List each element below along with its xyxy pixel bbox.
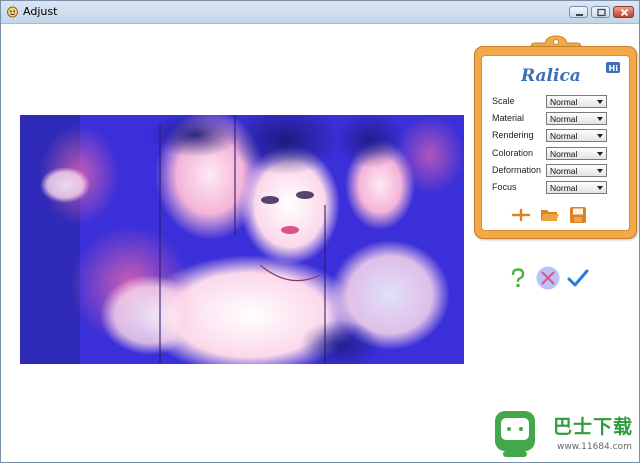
setting-dropdown[interactable]: Normal (546, 129, 607, 142)
setting-label: Scale (492, 96, 515, 106)
chevron-down-icon (597, 100, 603, 104)
setting-label: Material (492, 113, 525, 123)
setting-label: Focus (492, 182, 517, 192)
watermark-url: www.11684.com (557, 442, 632, 452)
setting-dropdown[interactable]: Normal (546, 181, 607, 194)
setting-label: Rendering (492, 130, 534, 140)
chevron-down-icon (597, 117, 603, 121)
watermark-text: 巴士下载 (553, 416, 634, 438)
logo-text: Ralica (521, 66, 581, 86)
folder-open-icon[interactable] (540, 206, 560, 224)
app-icon (7, 6, 18, 18)
title-bar[interactable]: Adjust (1, 1, 639, 24)
setting-row: Deformation Normal (492, 164, 610, 178)
dropdown-value: Normal (550, 149, 578, 159)
dropdown-value: Normal (550, 97, 578, 107)
chevron-down-icon (597, 186, 603, 190)
cancel-icon[interactable] (536, 266, 560, 290)
chevron-down-icon (597, 169, 603, 173)
minimize-button[interactable] (569, 6, 588, 18)
setting-row: Material Normal (492, 112, 610, 126)
setting-dropdown[interactable]: Normal (546, 95, 607, 108)
setting-dropdown[interactable]: Normal (546, 164, 607, 177)
minimize-icon (576, 14, 583, 16)
setting-dropdown[interactable]: Normal (546, 112, 607, 125)
preview-image (20, 115, 464, 364)
dropdown-value: Normal (550, 114, 578, 124)
close-icon (620, 8, 629, 17)
save-icon[interactable] (568, 206, 588, 224)
chevron-down-icon (597, 152, 603, 156)
setting-row: Coloration Normal (492, 147, 610, 161)
dropdown-value: Normal (550, 131, 578, 141)
setting-row: Focus Normal (492, 181, 610, 195)
logo-badge: Hi (609, 64, 619, 73)
setting-label: Deformation (492, 165, 542, 175)
help-icon[interactable] (507, 267, 529, 289)
close-button[interactable] (613, 6, 634, 18)
ok-check-icon[interactable] (567, 267, 589, 289)
maximize-icon (597, 8, 606, 17)
add-icon[interactable] (511, 206, 531, 224)
window-title: Adjust (23, 5, 58, 18)
ralica-logo: Ralica Hi (521, 62, 620, 86)
dropdown-value: Normal (550, 166, 578, 176)
adjust-window: Adjust Ralica Hi Scale Normal Material N… (0, 0, 640, 463)
setting-row: Rendering Normal (492, 129, 610, 143)
dropdown-value: Normal (550, 183, 578, 193)
chevron-down-icon (597, 134, 603, 138)
setting-row: Scale Normal (492, 95, 610, 109)
setting-label: Coloration (492, 148, 534, 158)
setting-dropdown[interactable]: Normal (546, 147, 607, 160)
maximize-button[interactable] (591, 6, 610, 18)
